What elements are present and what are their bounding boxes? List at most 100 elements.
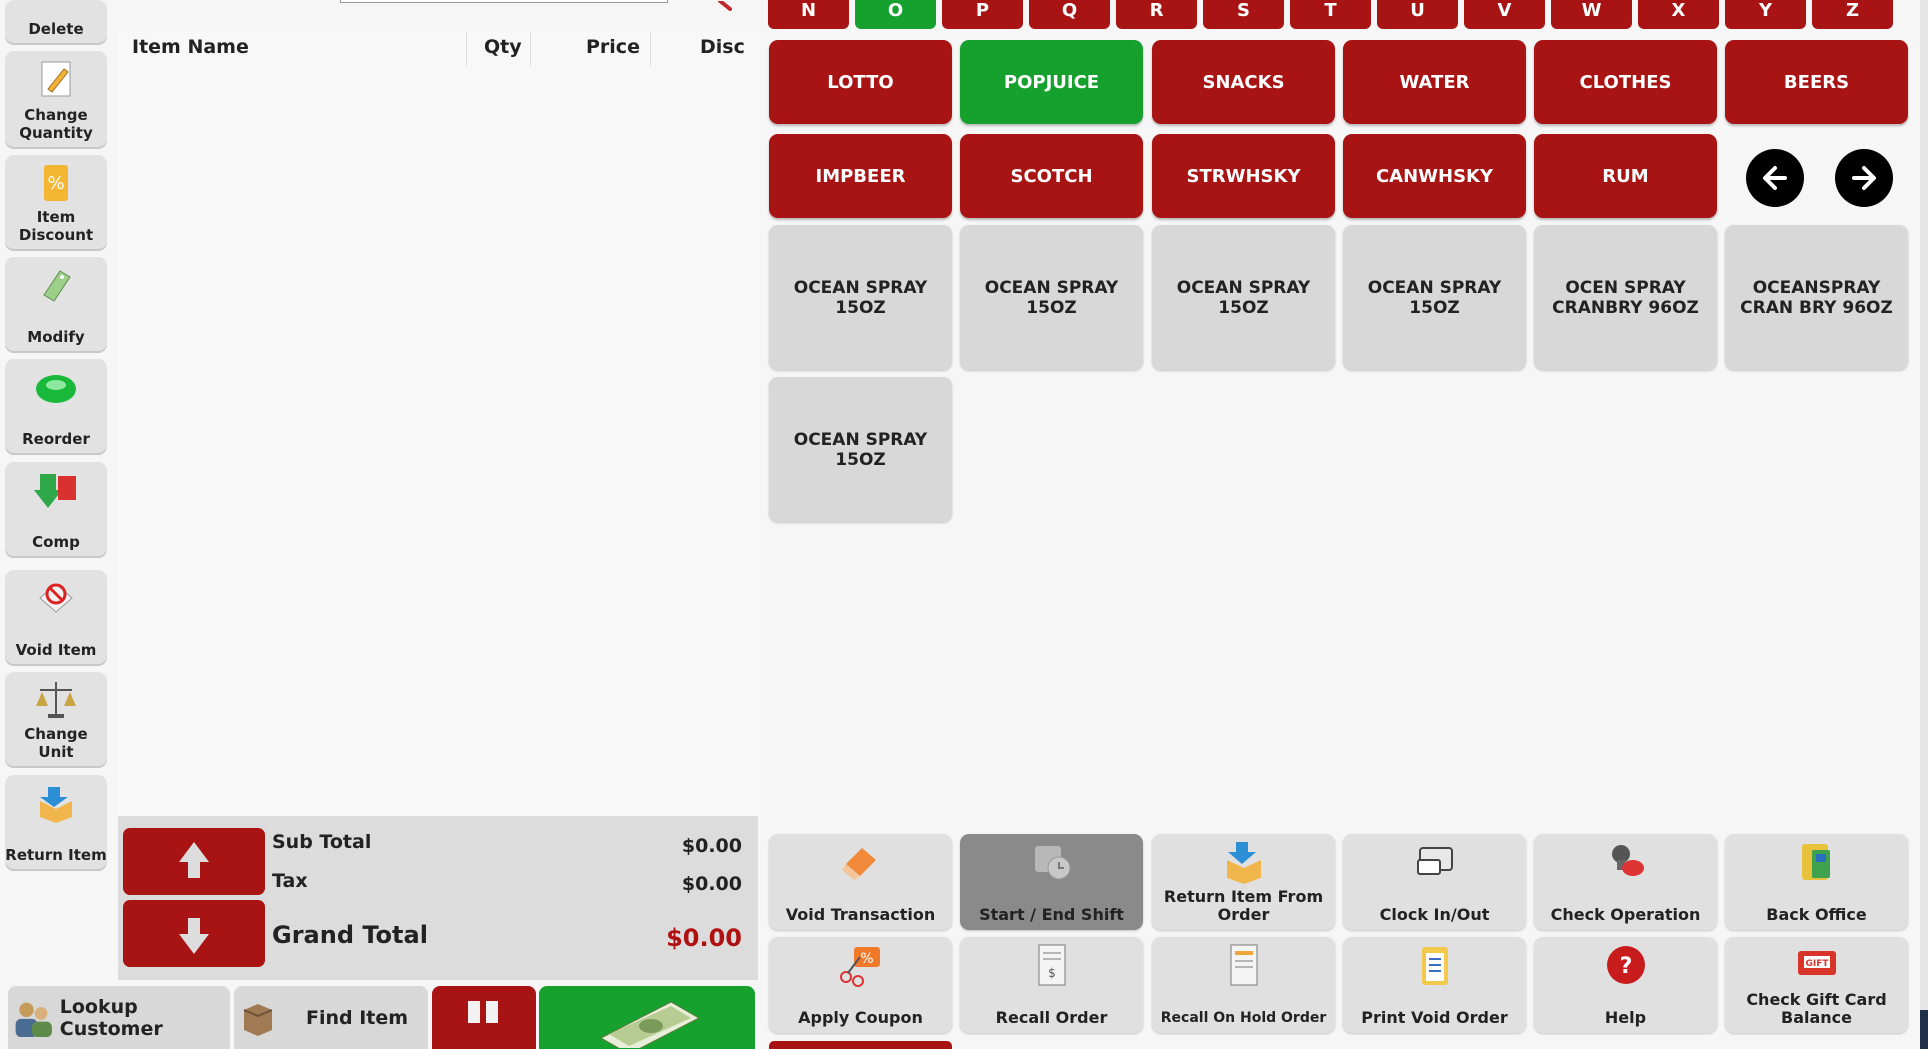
find-item-button[interactable]: Find Item [234,986,428,1049]
category-snacks[interactable]: SNACKS [1152,40,1335,124]
back-office-label: Back Office [1766,905,1867,924]
check-operation-button[interactable]: Check Operation [1534,834,1717,930]
return-item-from-order-button[interactable]: Return Item From Order [1152,834,1335,930]
subtotal-value: $0.00 [681,835,742,857]
search-icon[interactable] [718,0,738,11]
print-void-order-button[interactable]: Print Void Order [1343,937,1526,1033]
col-disc: Disc [700,36,745,58]
scroll-up-button[interactable] [123,828,265,895]
letter-s-button[interactable]: S [1203,0,1284,29]
cash-icon [599,1000,701,1048]
clock-icon [1029,840,1075,884]
void-tag-icon [34,578,78,618]
item-discount-label: Item Discount [18,208,94,244]
category-scotch[interactable]: SCOTCH [960,134,1143,218]
stamp-icon [1603,840,1649,884]
category-rum[interactable]: RUM [1534,134,1717,218]
letter-y-button[interactable]: Y [1725,0,1806,29]
order-list[interactable] [118,30,760,816]
up-arrow-icon [179,842,209,878]
back-office-button[interactable]: Back Office [1725,834,1908,930]
next-page-button[interactable] [1835,149,1893,207]
scissors-coupon-icon: % [838,943,884,987]
scroll-down-button[interactable] [123,900,265,967]
category-water[interactable]: WATER [1343,40,1526,124]
letter-q-button[interactable]: Q [1029,0,1110,29]
scale-icon [34,680,78,720]
check-gift-card-balance-button[interactable]: GIFT Check Gift Card Balance [1725,937,1908,1033]
tax-value: $0.00 [681,873,742,895]
category-lotto[interactable]: LOTTO [769,40,952,124]
down-arrow-free-icon [34,470,78,510]
letter-p-button[interactable]: P [942,0,1023,29]
col-qty: Qty [484,36,522,58]
delete-button[interactable]: Delete [5,0,107,45]
product-tile[interactable]: OCEN SPRAY CRANBRY 96OZ [1534,225,1717,370]
help-button[interactable]: ? Help [1534,937,1717,1033]
grand-total-label: Grand Total [272,921,428,949]
green-orb-icon [34,367,78,407]
recall-on-hold-order-label: Recall On Hold Order [1160,1010,1327,1026]
letter-z-button[interactable]: Z [1812,0,1893,29]
product-tile[interactable]: OCEAN SPRAY 15OZ [1343,225,1526,370]
item-discount-button[interactable]: % Item Discount [5,155,107,251]
help-label: Help [1604,1008,1647,1027]
svg-text:%: % [47,173,64,194]
letter-x-button[interactable]: X [1638,0,1719,29]
change-unit-button[interactable]: Change Unit [5,672,107,768]
down-arrow-icon [179,918,209,954]
category-canwhsky[interactable]: CANWHSKY [1343,134,1526,218]
product-tile[interactable]: OCEAN SPRAY 15OZ [960,225,1143,370]
extra-function-button[interactable] [769,1041,952,1049]
category-popjuice[interactable]: POPJUICE [960,40,1143,124]
letter-u-button[interactable]: U [1377,0,1458,29]
clock-in-out-label: Clock In/Out [1379,905,1490,924]
scrollbar-thumb[interactable] [1920,1010,1928,1049]
scrollbar[interactable] [1920,0,1928,1049]
void-item-label: Void Item [15,641,97,659]
void-item-button[interactable]: Void Item [5,570,107,666]
category-impbeer[interactable]: IMPBEER [769,134,952,218]
letter-n-button[interactable]: N [768,0,849,29]
change-quantity-button[interactable]: Change Quantity [5,51,107,149]
hold-button[interactable] [432,986,536,1049]
product-tile[interactable]: OCEAN SPRAY 15OZ [769,377,952,522]
lookup-customer-button[interactable]: Lookup Customer [8,986,230,1049]
card-swipe-icon [1412,840,1458,884]
clock-in-out-button[interactable]: Clock In/Out [1343,834,1526,930]
start-end-shift-button[interactable]: Start / End Shift [960,834,1143,930]
modify-button[interactable]: Modify [5,257,107,353]
product-tile[interactable]: OCEAN SPRAY 15OZ [769,225,952,370]
recall-on-hold-order-button[interactable]: Recall On Hold Order [1152,937,1335,1033]
letter-t-button[interactable]: T [1290,0,1371,29]
return-item-button[interactable]: Return Item [5,775,107,871]
svg-text:GIFT: GIFT [1805,959,1829,969]
modify-label: Modify [27,328,85,346]
cash-payment-button[interactable] [539,986,755,1049]
check-gift-card-balance-label: Check Gift Card Balance [1746,990,1887,1027]
column-divider [650,32,651,66]
arrow-left-icon [1763,166,1787,190]
category-beers[interactable]: BEERS [1725,40,1908,124]
product-tile[interactable]: OCEANSPRAY CRAN BRY 96OZ [1725,225,1908,370]
void-transaction-label: Void Transaction [785,905,936,924]
apply-coupon-label: Apply Coupon [798,1008,923,1027]
letter-o-button[interactable]: O [855,0,936,29]
letter-r-button[interactable]: R [1116,0,1197,29]
prev-page-button[interactable] [1746,149,1804,207]
search-input[interactable] [340,0,668,3]
comp-button[interactable]: Comp [5,462,107,558]
print-void-order-label: Print Void Order [1361,1008,1508,1027]
find-item-label: Find Item [306,1006,409,1029]
void-transaction-button[interactable]: Void Transaction [769,834,952,930]
category-clothes[interactable]: CLOTHES [1534,40,1717,124]
recall-order-button[interactable]: $ Recall Order [960,937,1143,1033]
apply-coupon-button[interactable]: % Apply Coupon [769,937,952,1033]
letter-v-button[interactable]: V [1464,0,1545,29]
category-strwhsky[interactable]: STRWHSKY [1152,134,1335,218]
reorder-button[interactable]: Reorder [5,359,107,455]
product-tile[interactable]: OCEAN SPRAY 15OZ [1152,225,1335,370]
pause-icon [468,1000,498,1023]
letter-w-button[interactable]: W [1551,0,1632,29]
col-price: Price [586,36,640,58]
